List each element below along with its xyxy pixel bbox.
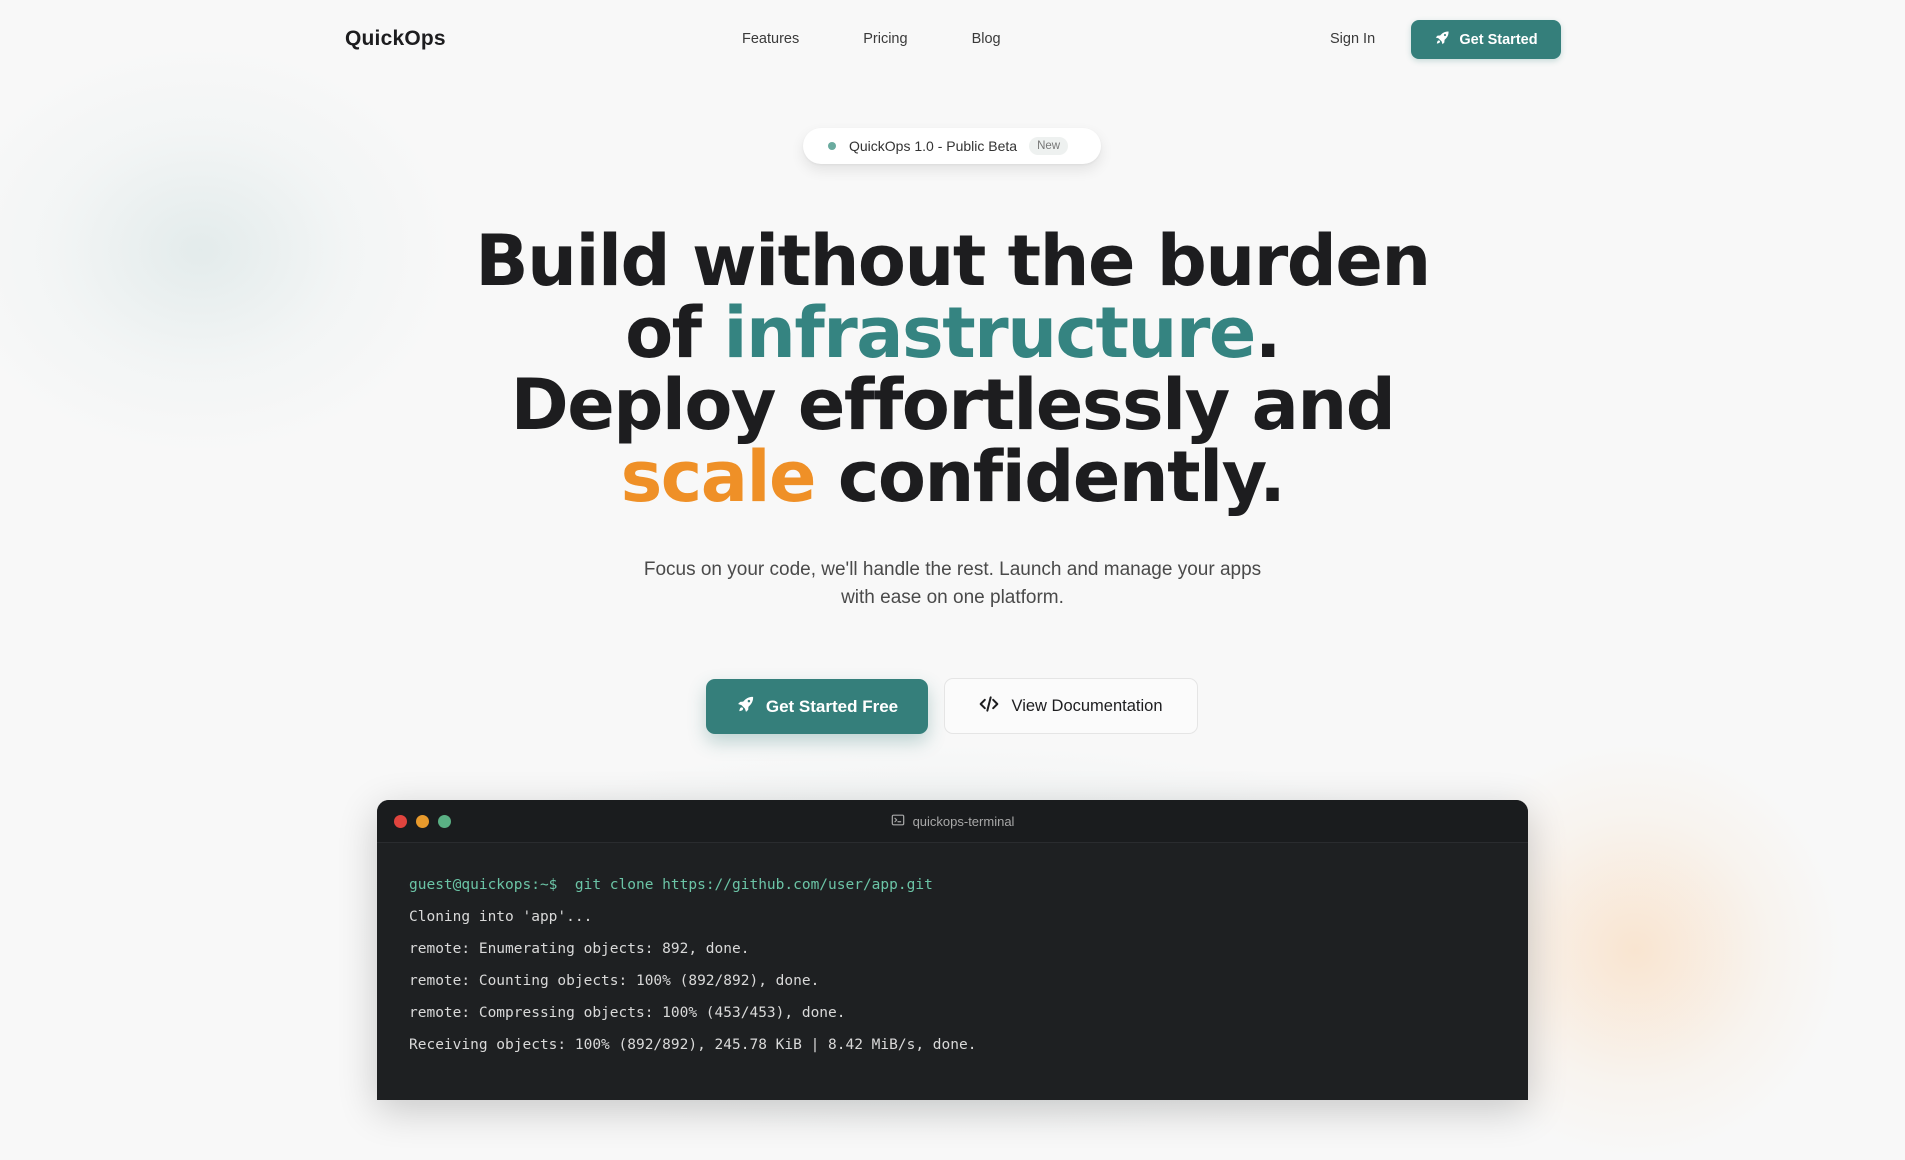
terminal-output-line: remote: Compressing objects: 100% (453/4… xyxy=(409,1005,846,1021)
hero-subtitle: Focus on your code, we'll handle the res… xyxy=(0,556,1905,612)
headline-line-1: Build without the burden xyxy=(475,220,1431,302)
brand-logo[interactable]: QuickOps xyxy=(345,27,446,51)
terminal-output-line: remote: Enumerating objects: 892, done. xyxy=(409,941,750,957)
view-documentation-label: View Documentation xyxy=(1011,696,1163,715)
hero-headline: Build without the burden of infrastructu… xyxy=(0,225,1905,513)
view-documentation-button[interactable]: View Documentation xyxy=(944,678,1198,734)
terminal-title-text: quickops-terminal xyxy=(912,814,1015,829)
terminal-output-line: remote: Counting objects: 100% (892/892)… xyxy=(409,973,820,989)
headline-line-3: Deploy effortlessly and xyxy=(510,364,1396,446)
nav-link-features[interactable]: Features xyxy=(742,31,799,47)
rocket-icon xyxy=(1434,29,1451,50)
top-navigation: QuickOps Features Pricing Blog Sign In G… xyxy=(0,0,1905,80)
badge-text: QuickOps 1.0 - Public Beta xyxy=(849,138,1018,154)
get-started-button[interactable]: Get Started xyxy=(1411,20,1561,59)
release-badge[interactable]: QuickOps 1.0 - Public Beta New xyxy=(803,128,1101,164)
headline-line-4: scale confidently. xyxy=(0,441,1905,513)
headline-highlight-infrastructure: infrastructure xyxy=(723,292,1257,374)
terminal-output-line: Cloning into 'app'... xyxy=(409,909,593,925)
code-icon xyxy=(979,694,999,719)
terminal-title: quickops-terminal xyxy=(377,813,1528,830)
headline-line-2: of infrastructure. xyxy=(0,297,1905,369)
headline-line-2-suffix: . xyxy=(1254,292,1282,374)
nav-link-blog[interactable]: Blog xyxy=(972,31,1001,47)
terminal-prompt: guest@quickops:~$ xyxy=(409,877,558,893)
terminal-output-line: Receiving objects: 100% (892/892), 245.7… xyxy=(409,1037,977,1053)
status-dot xyxy=(828,142,836,150)
subtitle-line-2: with ease on one platform. xyxy=(841,587,1064,608)
terminal-command: git clone https://github.com/user/app.gi… xyxy=(574,877,933,893)
terminal-command-line: guest@quickops:~$ git clone https://gith… xyxy=(409,869,1496,901)
headline-line-2-prefix: of xyxy=(625,292,724,374)
terminal-window: quickops-terminal guest@quickops:~$ git … xyxy=(377,800,1528,1100)
get-started-free-label: Get Started Free xyxy=(765,696,899,716)
sign-in-link[interactable]: Sign In xyxy=(1330,31,1375,47)
rocket-icon xyxy=(736,694,756,719)
terminal-title-bar: quickops-terminal xyxy=(377,800,1528,843)
terminal-body: guest@quickops:~$ git clone https://gith… xyxy=(377,843,1528,1061)
subtitle-line-1: Focus on your code, we'll handle the res… xyxy=(643,559,1262,580)
terminal-icon xyxy=(891,813,905,830)
headline-highlight-scale: scale xyxy=(620,436,817,518)
new-tag: New xyxy=(1029,137,1069,155)
get-started-free-button[interactable]: Get Started Free xyxy=(706,679,928,734)
nav-links: Features Pricing Blog xyxy=(742,31,1001,47)
get-started-label: Get Started xyxy=(1459,31,1538,48)
headline-line-4-suffix: confidently. xyxy=(814,436,1286,518)
nav-link-pricing[interactable]: Pricing xyxy=(863,31,907,47)
